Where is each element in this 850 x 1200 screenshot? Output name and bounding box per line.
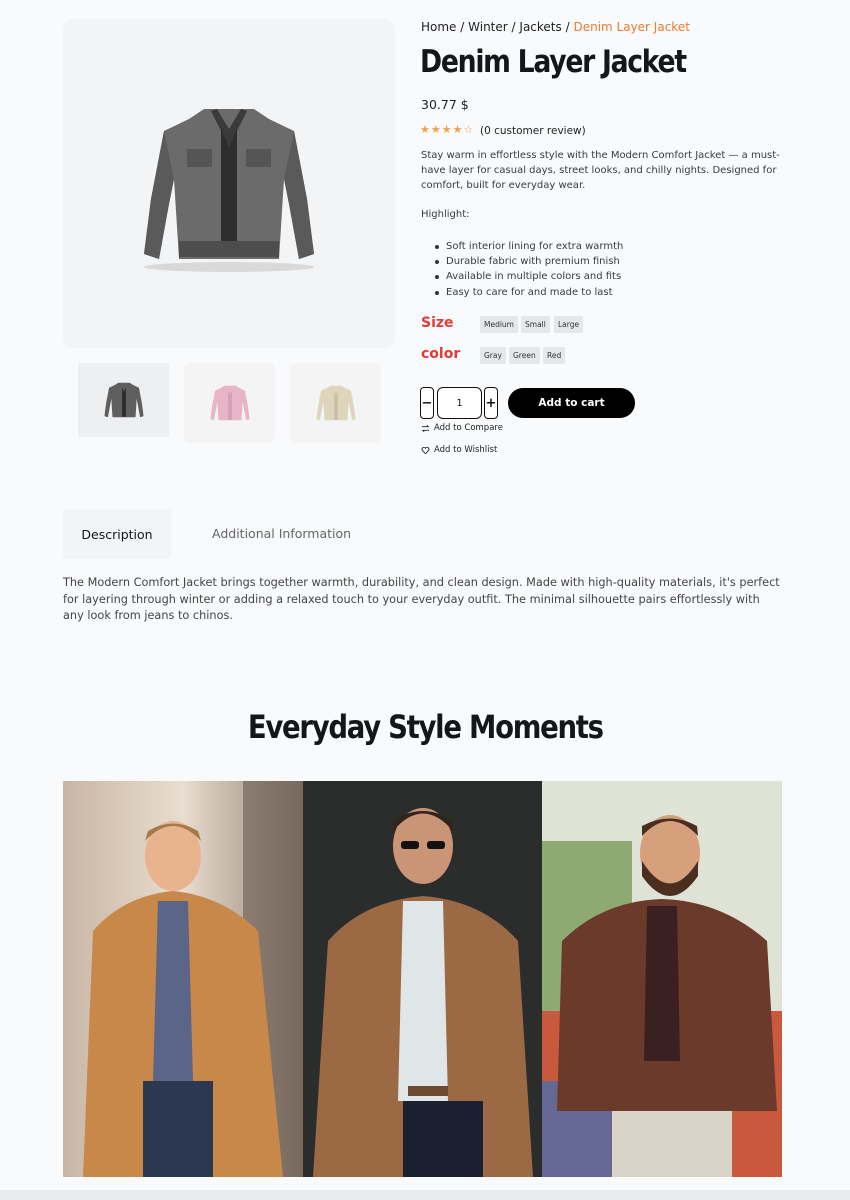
product-price: 30.77 $ bbox=[421, 97, 469, 112]
jacket-image bbox=[144, 108, 314, 272]
star-icon: ★ bbox=[430, 123, 441, 136]
add-to-wishlist-link[interactable]: Add to Wishlist bbox=[421, 445, 497, 455]
compare-icon bbox=[421, 424, 430, 432]
jacket-thumbnail-pink bbox=[209, 385, 250, 421]
quantity-increase-button[interactable]: + bbox=[484, 387, 498, 419]
highlight-title: Highlight: bbox=[421, 209, 470, 220]
breadcrumb-separator: / bbox=[511, 20, 516, 34]
product-description: Stay warm in effortless style with the M… bbox=[421, 150, 780, 191]
gallery-photo-2-image bbox=[302, 781, 543, 1177]
size-option-medium[interactable]: Medium bbox=[480, 316, 518, 333]
color-option-red[interactable]: Red bbox=[543, 347, 566, 364]
breadcrumb: Home / Winter / Jackets / Denim Layer Ja… bbox=[421, 20, 690, 34]
jacket-thumbnail-beige bbox=[315, 385, 356, 421]
breadcrumb-separator: / bbox=[565, 20, 570, 34]
tab-additional-information[interactable]: Additional Information bbox=[212, 526, 351, 541]
product-title: Denim Layer Jacket bbox=[420, 44, 687, 80]
gallery-photo-camel-jacket[interactable] bbox=[63, 781, 303, 1177]
size-option-large[interactable]: Large bbox=[554, 316, 584, 333]
gallery-photo-brown-blazer[interactable] bbox=[302, 781, 543, 1177]
gallery-photo-leather-jacket[interactable] bbox=[542, 781, 783, 1177]
highlight-item: Soft interior lining for extra warmth bbox=[434, 239, 623, 254]
breadcrumb-separator: / bbox=[460, 20, 465, 34]
tab-description[interactable]: Description bbox=[63, 509, 171, 559]
size-option-small[interactable]: Small bbox=[521, 316, 550, 333]
breadcrumb-current: Denim Layer Jacket bbox=[573, 20, 690, 34]
color-option-green[interactable]: Green bbox=[509, 347, 540, 364]
star-empty-icon: ☆ bbox=[463, 123, 474, 136]
thumbnail-gray-jacket[interactable] bbox=[78, 363, 169, 437]
review-count[interactable]: (0 customer review) bbox=[480, 125, 586, 137]
main-product-image[interactable] bbox=[63, 19, 395, 348]
rating-stars: ★ ★ ★ ★ ☆ bbox=[420, 124, 473, 136]
gallery-photo-3-image bbox=[542, 781, 783, 1177]
add-to-cart-button[interactable]: Add to cart bbox=[508, 388, 635, 418]
tab-description-content: The Modern Comfort Jacket brings togethe… bbox=[63, 576, 780, 622]
star-icon: ★ bbox=[420, 123, 430, 136]
breadcrumb-home[interactable]: Home bbox=[421, 20, 456, 34]
add-to-compare-label: Add to Compare bbox=[434, 423, 503, 433]
thumbnail-pink-jacket[interactable] bbox=[184, 363, 275, 443]
star-icon: ★ bbox=[452, 123, 463, 136]
gallery-title: Everyday Style Moments bbox=[0, 708, 850, 746]
highlight-list: Soft interior lining for extra warmth Du… bbox=[434, 239, 623, 300]
page-footer-strip bbox=[0, 1190, 850, 1200]
breadcrumb-winter[interactable]: Winter bbox=[468, 20, 508, 34]
color-label: color bbox=[421, 346, 461, 362]
breadcrumb-jackets[interactable]: Jackets bbox=[519, 20, 561, 34]
highlight-item: Easy to care for and made to last bbox=[434, 285, 623, 300]
thumbnail-beige-jacket[interactable] bbox=[290, 363, 381, 443]
heart-icon bbox=[421, 446, 430, 454]
quantity-decrease-button[interactable]: − bbox=[420, 387, 434, 419]
gallery-title-text: Everyday Style Moments bbox=[247, 708, 604, 746]
color-option-gray[interactable]: Gray bbox=[480, 347, 506, 364]
style-gallery bbox=[63, 781, 783, 1177]
highlight-item: Available in multiple colors and fits bbox=[434, 269, 623, 284]
highlight-item: Durable fabric with premium finish bbox=[434, 254, 623, 269]
quantity-input[interactable]: 1 bbox=[437, 387, 482, 419]
gallery-photo-1-image bbox=[63, 781, 303, 1177]
size-label: Size bbox=[421, 315, 454, 331]
add-to-compare-link[interactable]: Add to Compare bbox=[421, 423, 503, 433]
star-icon: ★ bbox=[441, 123, 452, 136]
add-to-wishlist-label: Add to Wishlist bbox=[434, 445, 498, 455]
jacket-thumbnail-gray bbox=[103, 382, 144, 418]
